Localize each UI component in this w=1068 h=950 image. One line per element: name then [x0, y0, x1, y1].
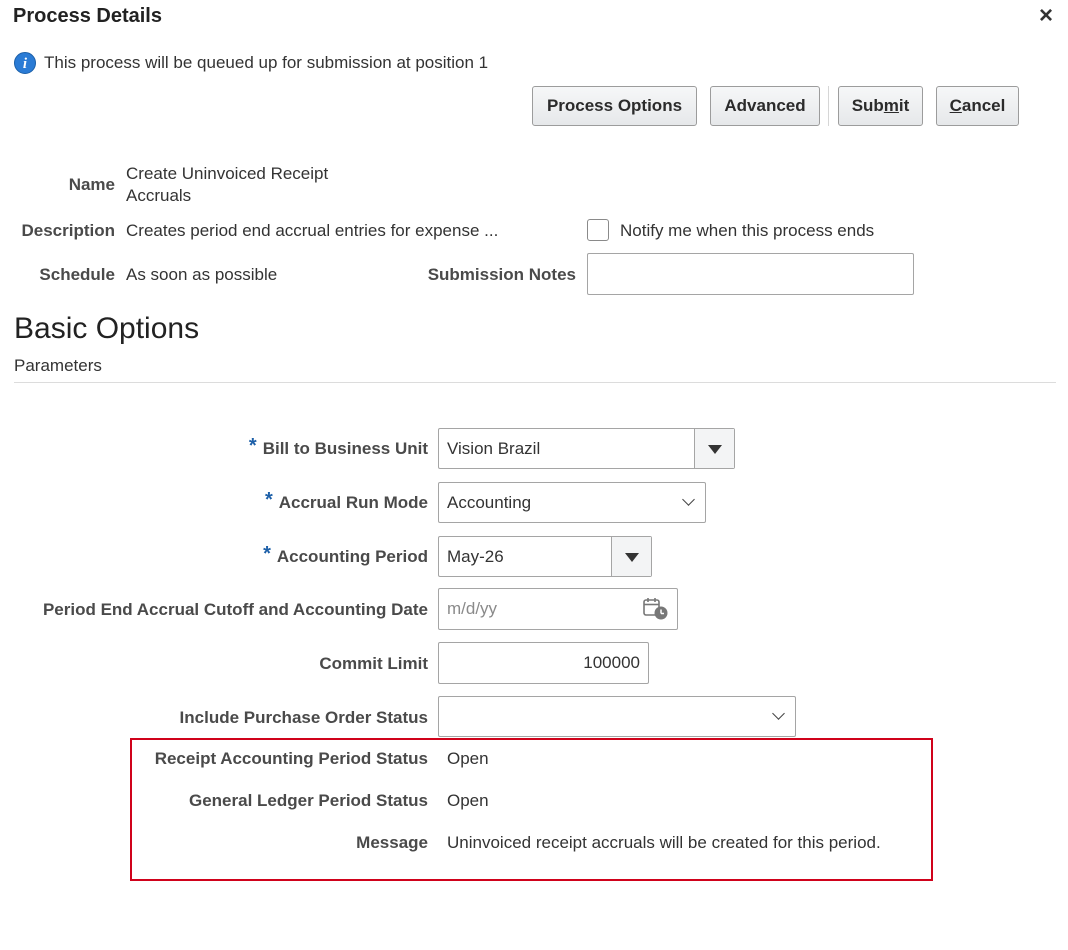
toolbar-divider	[828, 86, 829, 126]
calendar-icon[interactable]	[643, 597, 669, 621]
name-label: Name	[68, 175, 115, 194]
message-label: Message	[356, 833, 428, 852]
name-value-line2: Accruals	[126, 186, 192, 205]
required-marker: *	[248, 435, 257, 457]
receipt-period-status-label: Receipt Accounting Period Status	[154, 749, 428, 768]
advanced-button[interactable]: Advanced	[710, 86, 820, 126]
dialog-title: Process Details	[13, 5, 162, 27]
accrual-run-mode-select[interactable]: Accounting	[438, 482, 706, 523]
cutoff-date-label: Period End Accrual Cutoff and Accounting…	[42, 600, 428, 619]
notify-label: Notify me when this process ends	[620, 221, 875, 240]
cutoff-date-input[interactable]: m/d/yy	[438, 588, 678, 630]
receipt-period-status-value: Open	[447, 749, 489, 768]
description-label: Description	[21, 221, 115, 240]
bill-to-bu-label: * Bill to Business Unit	[248, 435, 428, 458]
schedule-value: As soon as possible	[126, 265, 278, 284]
cancel-button[interactable]: Cancel	[936, 86, 1019, 126]
po-status-label: Include Purchase Order Status	[179, 708, 428, 727]
close-icon[interactable]: ×	[1034, 2, 1058, 30]
bill-to-bu-combobox[interactable]: Vision Brazil	[438, 428, 735, 469]
section-heading: Basic Options	[14, 312, 200, 345]
chevron-down-icon	[772, 707, 785, 720]
section-subheading: Parameters	[14, 356, 102, 375]
accrual-run-mode-label: * Accrual Run Mode	[264, 489, 428, 512]
commit-limit-label: Commit Limit	[319, 654, 428, 673]
commit-limit-input[interactable]: 100000	[438, 642, 649, 684]
submission-notes-label: Submission Notes	[427, 265, 576, 284]
name-value-line1: Create Uninvoiced Receipt	[126, 164, 329, 183]
info-message: This process will be queued up for submi…	[44, 53, 489, 72]
submission-notes-input[interactable]	[587, 253, 914, 295]
gl-period-status-label: General Ledger Period Status	[188, 791, 428, 810]
chevron-down-icon	[682, 493, 695, 506]
submit-button[interactable]: Submit	[838, 86, 923, 126]
notify-checkbox[interactable]	[587, 219, 609, 241]
caret-down-icon	[625, 553, 639, 562]
schedule-label: Schedule	[39, 265, 115, 284]
po-status-select[interactable]	[438, 696, 796, 737]
required-marker: *	[264, 489, 273, 511]
accounting-period-dropdown-button[interactable]	[611, 537, 651, 576]
description-value: Creates period end accrual entries for e…	[126, 221, 499, 240]
required-marker: *	[263, 543, 271, 565]
message-value: Uninvoiced receipt accruals will be crea…	[447, 833, 881, 852]
accounting-period-combobox[interactable]: May-26	[438, 536, 652, 577]
info-icon: i	[14, 52, 36, 74]
caret-down-icon	[708, 445, 722, 454]
accounting-period-label: * Accounting Period	[263, 543, 428, 566]
bill-to-bu-dropdown-button[interactable]	[694, 429, 734, 468]
gl-period-status-value: Open	[447, 791, 489, 810]
process-options-button[interactable]: Process Options	[532, 86, 697, 126]
section-divider	[14, 382, 1056, 383]
